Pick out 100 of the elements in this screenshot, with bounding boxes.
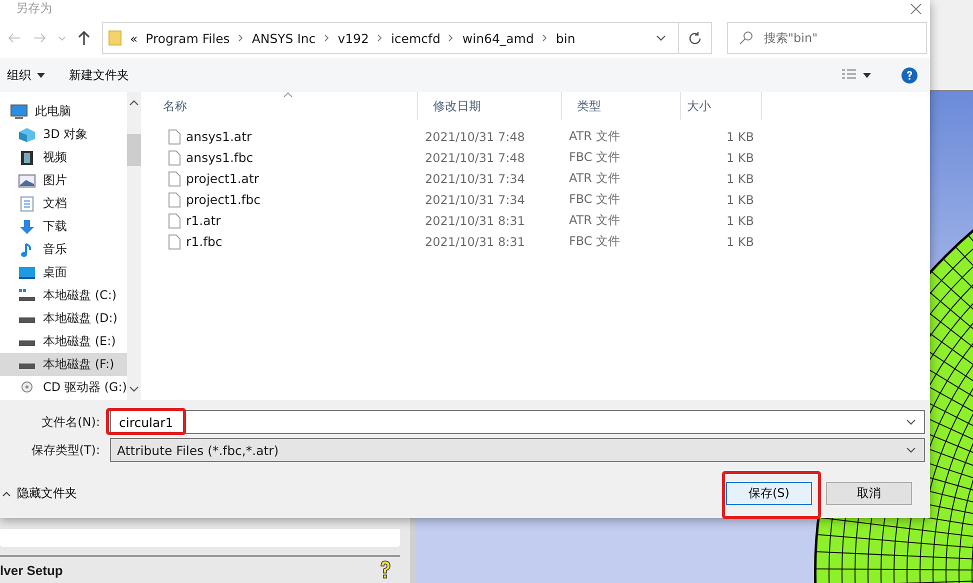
file-name: ansys1.atr bbox=[186, 129, 252, 144]
chevron-right-icon bbox=[448, 34, 454, 42]
picture-icon bbox=[18, 172, 36, 188]
save-button[interactable]: 保存(S) bbox=[726, 482, 812, 505]
drive-icon bbox=[18, 363, 36, 370]
refresh-icon bbox=[688, 31, 702, 45]
nav-item[interactable]: CD 驱动器 (G:) bbox=[0, 376, 127, 399]
nav-item[interactable]: 本地磁盘 (D:) bbox=[0, 307, 127, 330]
date-cell-text: 2021/10/31 8:31 bbox=[424, 214, 526, 228]
breadcrumb-item[interactable]: ANSYS Inc bbox=[252, 30, 316, 46]
size-cell-text: 1 KB bbox=[725, 192, 755, 206]
scrollbar-thumb[interactable] bbox=[127, 134, 141, 166]
nav-item[interactable]: 图片 bbox=[0, 169, 127, 192]
file-row[interactable]: r1.atr 2021/10/31 8:31 ATR 文件 1 KB bbox=[148, 210, 930, 231]
breadcrumb-item[interactable]: win64_amd bbox=[462, 30, 534, 46]
cancel-button[interactable]: 取消 bbox=[826, 482, 912, 505]
new-folder-button[interactable]: 新建文件夹 bbox=[67, 64, 131, 86]
type-cell-text: FBC 文件 bbox=[568, 233, 622, 250]
file-row[interactable]: ansys1.fbc 2021/10/31 7:48 FBC 文件 1 KB bbox=[148, 147, 930, 168]
chevron-up-icon bbox=[2, 490, 11, 496]
file-row[interactable]: project1.atr 2021/10/31 7:34 ATR 文件 1 KB bbox=[148, 168, 930, 189]
search-icon bbox=[739, 31, 753, 45]
column-header[interactable]: 类型 bbox=[562, 92, 681, 120]
address-bar[interactable]: « Program Files ANSYS Inc v192 icemcfd win64_amd bin bbox=[102, 22, 679, 54]
film-icon bbox=[18, 150, 36, 166]
filetype-label: 保存类型(T): bbox=[30, 442, 101, 458]
type-cell-text: ATR 文件 bbox=[568, 170, 621, 187]
breadcrumb-item[interactable]: v192 bbox=[338, 30, 369, 46]
up-arrow-icon bbox=[77, 30, 91, 46]
download-icon bbox=[18, 218, 36, 234]
type-cell-text: ATR 文件 bbox=[568, 212, 621, 229]
breadcrumb-item[interactable]: bin bbox=[556, 30, 576, 46]
breadcrumb-item[interactable]: Program Files bbox=[146, 30, 230, 46]
file-icon bbox=[168, 192, 181, 208]
file-icon bbox=[168, 150, 181, 166]
nav-item[interactable]: 本地磁盘 (F:) bbox=[0, 353, 127, 376]
file-icon bbox=[168, 128, 181, 144]
window-title: 另存为 bbox=[15, 2, 52, 14]
caret-icon bbox=[863, 72, 871, 78]
breadcrumb-overflow[interactable]: « bbox=[130, 30, 138, 46]
computer-icon bbox=[10, 104, 28, 120]
nav-item[interactable]: 桌面 bbox=[0, 261, 127, 284]
document-icon bbox=[18, 196, 36, 212]
chevron-right-icon bbox=[238, 34, 244, 42]
caret-icon bbox=[37, 72, 45, 78]
scrollbar[interactable] bbox=[127, 92, 141, 400]
type-cell-text: FBC 文件 bbox=[568, 149, 622, 166]
column-header[interactable]: 大小 bbox=[681, 92, 762, 120]
size-cell-text: 1 KB bbox=[725, 172, 755, 186]
date-cell-text: 2021/10/31 7:34 bbox=[424, 172, 526, 186]
cube-icon bbox=[18, 126, 36, 142]
nav-item[interactable]: 本地磁盘 (C:) bbox=[0, 284, 127, 307]
column-header[interactable]: 名称 bbox=[148, 92, 418, 120]
date-cell-text: 2021/10/31 7:48 bbox=[424, 130, 526, 144]
system-drive-icon bbox=[18, 288, 36, 304]
filetype-select[interactable]: Attribute Files (*.fbc,*.atr) bbox=[110, 438, 925, 462]
column-header[interactable]: 修改日期 bbox=[418, 92, 562, 120]
filename-combo-box[interactable]: circular1 bbox=[110, 410, 925, 434]
filename-field[interactable]: circular1 bbox=[117, 414, 904, 430]
file-row[interactable]: r1.fbc 2021/10/31 8:31 FBC 文件 1 KB bbox=[148, 231, 930, 252]
file-icon bbox=[168, 170, 181, 186]
nav-item[interactable]: 视频 bbox=[0, 146, 127, 169]
type-cell-text: FBC 文件 bbox=[568, 191, 622, 208]
right-arrow-icon bbox=[33, 31, 47, 45]
panel-title: lver Setup bbox=[0, 562, 63, 578]
nav-item[interactable]: 本地磁盘 (E:) bbox=[0, 330, 127, 353]
hide-folders-toggle[interactable]: 隐藏文件夹 bbox=[0, 485, 77, 502]
file-name: r1.fbc bbox=[186, 234, 222, 249]
breadcrumb-item[interactable]: icemcfd bbox=[390, 30, 440, 46]
size-cell-text: 1 KB bbox=[725, 150, 755, 164]
close-icon bbox=[910, 4, 922, 14]
help-icon bbox=[378, 560, 392, 580]
file-name: project1.fbc bbox=[186, 192, 261, 207]
filename-label: 文件名(N): bbox=[40, 414, 101, 430]
nav-item[interactable]: 下载 bbox=[0, 215, 127, 238]
file-name: ansys1.fbc bbox=[186, 150, 254, 165]
nav-item[interactable]: 音乐 bbox=[0, 238, 127, 261]
date-cell-text: 2021/10/31 7:48 bbox=[424, 150, 526, 164]
file-row[interactable]: ansys1.atr 2021/10/31 7:48 ATR 文件 1 KB bbox=[148, 126, 930, 147]
nav-item[interactable]: 文档 bbox=[0, 192, 127, 215]
desktop-icon bbox=[18, 264, 36, 280]
date-cell-text: 2021/10/31 8:31 bbox=[424, 234, 526, 248]
drive-icon bbox=[18, 340, 36, 347]
file-row[interactable]: project1.fbc 2021/10/31 7:34 FBC 文件 1 KB bbox=[148, 189, 930, 210]
organize-menu[interactable]: 组织 bbox=[5, 64, 47, 86]
nav-item[interactable]: 3D 对象 bbox=[0, 123, 127, 146]
file-name: r1.atr bbox=[186, 213, 221, 228]
chevron-right-icon bbox=[542, 34, 548, 42]
file-icon bbox=[168, 212, 181, 228]
date-cell-text: 2021/10/31 7:34 bbox=[424, 192, 526, 206]
type-cell-text: ATR 文件 bbox=[568, 128, 621, 145]
search-field[interactable]: 搜索"bin" bbox=[727, 22, 927, 54]
help-button[interactable] bbox=[899, 64, 920, 86]
left-arrow-icon bbox=[7, 31, 21, 45]
size-cell-text: 1 KB bbox=[725, 130, 755, 144]
file-icon bbox=[168, 234, 181, 250]
refresh-button[interactable] bbox=[679, 22, 712, 54]
size-cell-text: 1 KB bbox=[725, 214, 755, 228]
nav-item[interactable]: 此电脑 bbox=[0, 100, 127, 123]
folder-icon bbox=[108, 30, 122, 46]
